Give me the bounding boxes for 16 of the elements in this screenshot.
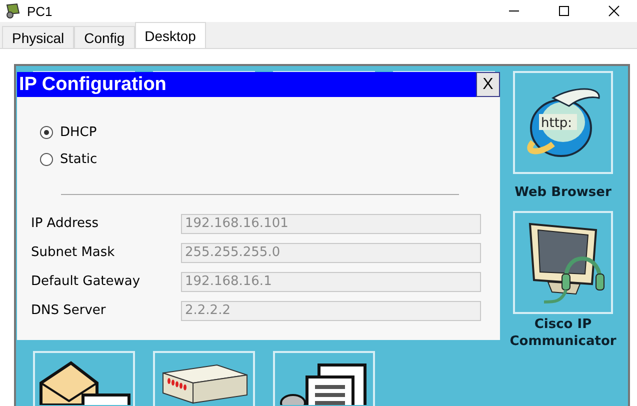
radio-label: DHCP bbox=[60, 125, 97, 140]
radio-option[interactable]: Static bbox=[40, 146, 500, 173]
window-title: PC1 bbox=[27, 4, 54, 18]
tab[interactable]: Physical bbox=[2, 26, 74, 48]
field-label: Default Gateway bbox=[31, 274, 142, 289]
radio-label: Static bbox=[60, 152, 98, 167]
tab[interactable]: Config bbox=[74, 26, 135, 48]
close-button[interactable]: X bbox=[476, 72, 500, 97]
tab[interactable]: Desktop bbox=[134, 22, 206, 48]
dialog-title: IP Configuration bbox=[19, 74, 166, 96]
radio-option[interactable]: DHCP bbox=[40, 119, 500, 146]
app-label: Web Browser bbox=[514, 184, 612, 202]
app-tile[interactable]: http: bbox=[513, 71, 613, 174]
field-label: DNS Server bbox=[31, 303, 107, 318]
field-label: Subnet Mask bbox=[31, 245, 116, 260]
field-label: IP Address bbox=[31, 216, 100, 231]
